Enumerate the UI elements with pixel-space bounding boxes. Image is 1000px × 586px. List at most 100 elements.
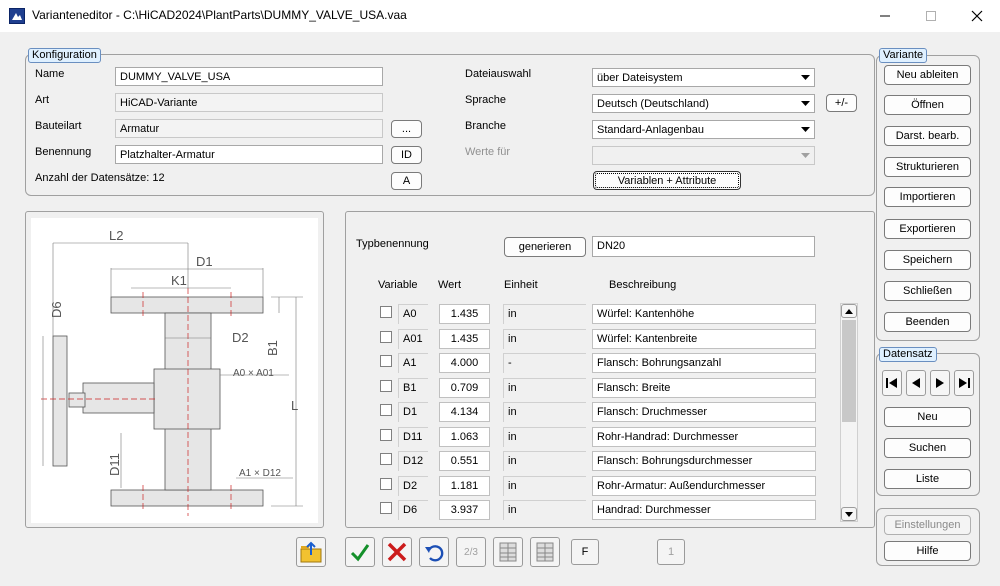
- bauteilart-label: Bauteilart: [35, 120, 82, 132]
- row-value[interactable]: 1.063: [439, 427, 490, 447]
- table-icon: [536, 542, 554, 562]
- row-description[interactable]: Flansch: Bohrungsdurchmesser: [592, 451, 816, 471]
- dim-d1: D1: [196, 254, 213, 269]
- chevron-down-icon: [798, 97, 812, 111]
- next-record-button[interactable]: [930, 370, 950, 396]
- first-record-button[interactable]: [882, 370, 902, 396]
- previous-icon: [912, 378, 920, 388]
- close-icon: [971, 10, 983, 22]
- row-value[interactable]: 1.181: [439, 476, 490, 496]
- confirm-button[interactable]: [345, 537, 375, 567]
- bauteilart-field: Armatur: [115, 119, 383, 138]
- scroll-down-button[interactable]: [841, 507, 857, 521]
- row-checkbox[interactable]: [380, 478, 392, 490]
- name-field[interactable]: DUMMY_VALVE_USA: [115, 67, 383, 86]
- dateiauswahl-select[interactable]: über Dateisystem: [592, 68, 815, 87]
- dim-a1-d12: A1 × D12: [239, 468, 281, 479]
- branche-select[interactable]: Standard-Anlagenbau: [592, 120, 815, 139]
- row-unit: in: [503, 451, 586, 471]
- row-value[interactable]: 0.709: [439, 378, 490, 398]
- row-description[interactable]: Würfel: Kantenhöhe: [592, 304, 816, 324]
- sprache-select[interactable]: Deutsch (Deutschland): [592, 94, 815, 113]
- row-description[interactable]: Flansch: Breite: [592, 378, 816, 398]
- maximize-icon: [926, 11, 936, 21]
- dim-k1: K1: [171, 273, 187, 288]
- row-description[interactable]: Flansch: Druchmesser: [592, 402, 816, 422]
- sprache-plusminus-button[interactable]: +/-: [826, 94, 857, 112]
- benennung-label: Benennung: [35, 146, 92, 158]
- typbenennung-field[interactable]: DN20: [592, 236, 815, 257]
- bauteilart-browse-button[interactable]: ...: [391, 120, 422, 138]
- row-unit: in: [503, 378, 586, 398]
- schliessen-button[interactable]: Schließen: [884, 281, 971, 301]
- dateiauswahl-value: über Dateisystem: [597, 71, 683, 84]
- open-folder-button[interactable]: [296, 537, 326, 567]
- hilfe-button[interactable]: Hilfe: [884, 541, 971, 561]
- speichern-button[interactable]: Speichern: [884, 250, 971, 270]
- row-variable: B1: [398, 378, 428, 398]
- sprache-label: Sprache: [465, 94, 506, 106]
- row-checkbox[interactable]: [380, 404, 392, 416]
- dim-a0-a01: A0 × A01: [233, 368, 274, 379]
- generieren-button[interactable]: generieren: [504, 237, 586, 257]
- neu-datensatz-button[interactable]: Neu: [884, 407, 971, 427]
- anzahl-a-button[interactable]: A: [391, 172, 422, 190]
- dim-b1: B1: [265, 340, 280, 356]
- scroll-up-button[interactable]: [841, 304, 857, 318]
- row-description[interactable]: Rohr-Armatur: Außendurchmesser: [592, 476, 816, 496]
- row-value[interactable]: 4.134: [439, 402, 490, 422]
- dim-d2: D2: [232, 330, 249, 345]
- row-variable: A0: [398, 304, 428, 324]
- exportieren-button[interactable]: Exportieren: [884, 219, 971, 239]
- maximize-button: [908, 0, 954, 32]
- row-description[interactable]: Würfel: Kantenbreite: [592, 329, 816, 349]
- row-checkbox[interactable]: [380, 355, 392, 367]
- row-value[interactable]: 1.435: [439, 329, 490, 349]
- red-x-icon: [387, 542, 407, 562]
- beenden-button[interactable]: Beenden: [884, 312, 971, 332]
- darst-bearb-button[interactable]: Darst. bearb.: [884, 126, 971, 146]
- last-record-button[interactable]: [954, 370, 974, 396]
- f-button[interactable]: F: [571, 539, 599, 565]
- table-remove-button: [530, 537, 560, 567]
- row-description[interactable]: Handrad: Durchmesser: [592, 500, 816, 520]
- liste-button[interactable]: Liste: [884, 469, 971, 489]
- werte-fuer-label: Werte für: [465, 146, 511, 158]
- row-description[interactable]: Rohr-Handrad: Durchmesser: [592, 427, 816, 447]
- header-variable: Variable: [378, 279, 418, 291]
- oeffnen-button[interactable]: Öffnen: [884, 95, 971, 115]
- row-checkbox[interactable]: [380, 502, 392, 514]
- table-icon: [499, 542, 517, 562]
- row-checkbox[interactable]: [380, 453, 392, 465]
- einstellungen-button: Einstellungen: [884, 515, 971, 535]
- row-checkbox[interactable]: [380, 331, 392, 343]
- variablen-attribute-button[interactable]: Variablen + Attribute: [593, 171, 741, 190]
- row-checkbox[interactable]: [380, 306, 392, 318]
- row-checkbox[interactable]: [380, 429, 392, 441]
- delete-button[interactable]: [382, 537, 412, 567]
- scroll-thumb[interactable]: [842, 320, 856, 422]
- row-value[interactable]: 0.551: [439, 451, 490, 471]
- benennung-id-button[interactable]: ID: [391, 146, 422, 164]
- row-checkbox[interactable]: [380, 380, 392, 392]
- datensatz-label: Datensatz: [879, 347, 937, 362]
- close-button[interactable]: [954, 0, 1000, 32]
- row-value[interactable]: 3.937: [439, 500, 490, 520]
- row-description[interactable]: Flansch: Bohrungsanzahl: [592, 353, 816, 373]
- neu-ableiten-button[interactable]: Neu ableiten: [884, 65, 971, 85]
- variante-label: Variante: [879, 48, 928, 63]
- undo-button[interactable]: [419, 537, 449, 567]
- benennung-field[interactable]: Platzhalter-Armatur: [115, 145, 383, 164]
- importieren-button[interactable]: Importieren: [884, 187, 971, 207]
- minimize-button[interactable]: [862, 0, 908, 32]
- branche-label: Branche: [465, 120, 506, 132]
- arrow-up-icon: [845, 308, 853, 314]
- row-value[interactable]: 4.000: [439, 353, 490, 373]
- konfiguration-label: Konfiguration: [28, 48, 101, 63]
- suchen-button[interactable]: Suchen: [884, 438, 971, 458]
- previous-record-button[interactable]: [906, 370, 926, 396]
- page-step-label: 2/3: [464, 546, 478, 558]
- row-value[interactable]: 1.435: [439, 304, 490, 324]
- name-label: Name: [35, 68, 65, 80]
- strukturieren-button[interactable]: Strukturieren: [884, 157, 971, 177]
